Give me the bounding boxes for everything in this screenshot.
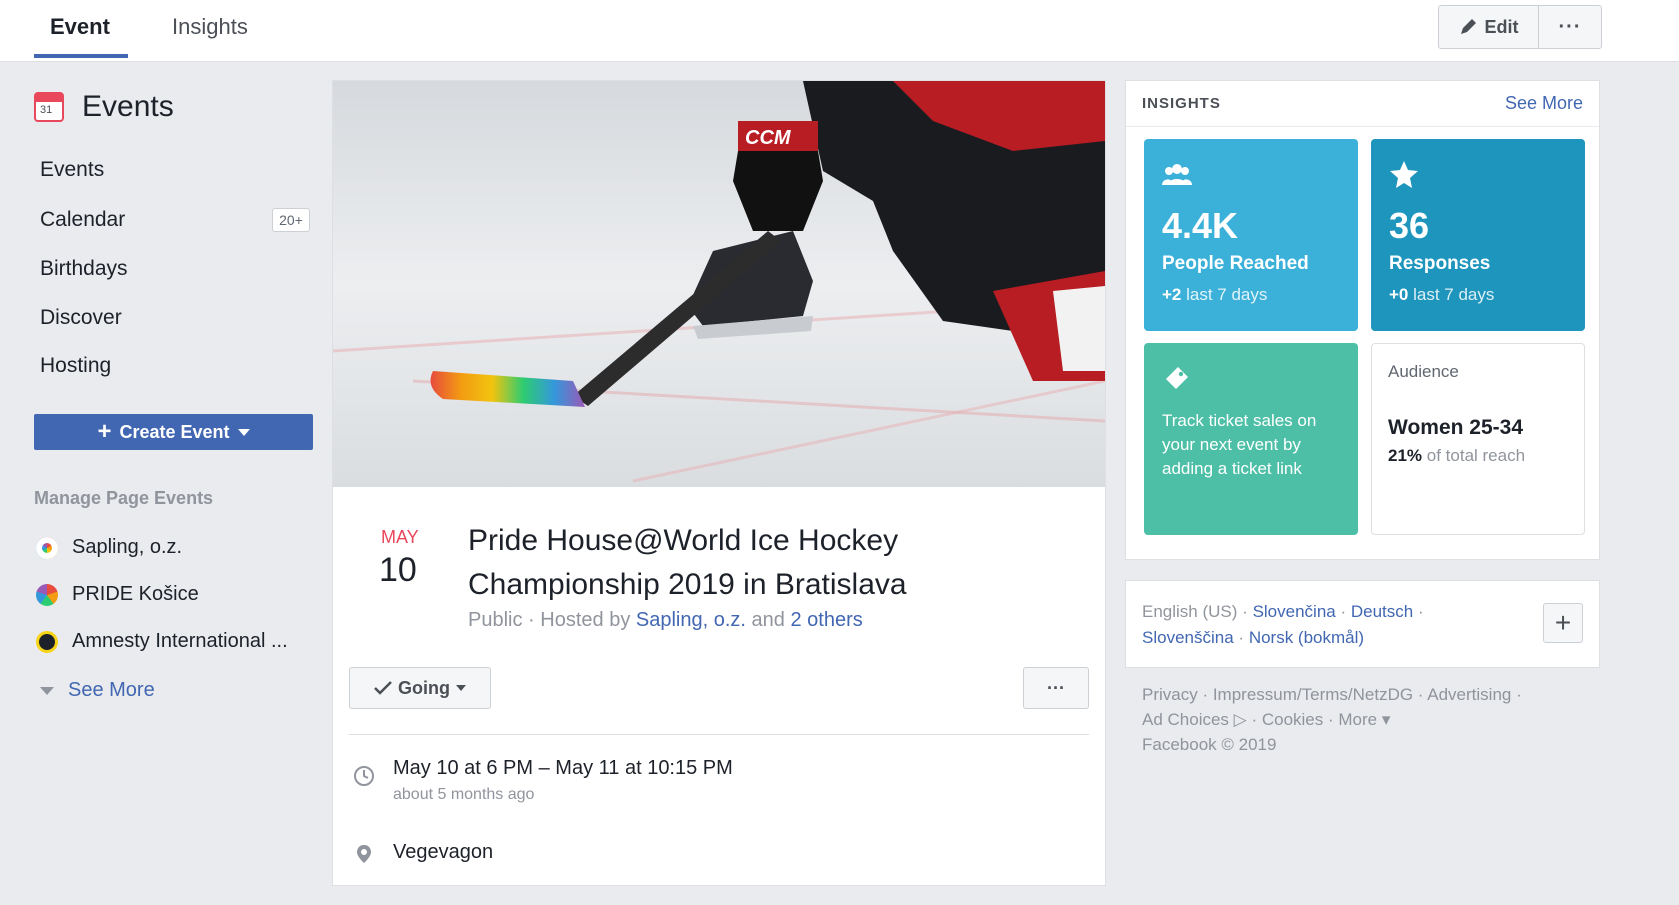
page-footer: Privacy · Impressum/Terms/NetzDG · Adver…: [1142, 682, 1522, 757]
event-card: CCM MAY 10 Pride House@World Ice Hockey …: [332, 80, 1106, 886]
event-privacy: Public: [468, 609, 523, 631]
event-more-button[interactable]: ···: [1023, 667, 1089, 709]
language-slovencina[interactable]: Slovenčina: [1253, 602, 1336, 621]
other-hosts-link[interactable]: 2 others: [790, 609, 862, 631]
language-list: English (US) · Slovenčina · Deutsch · Sl…: [1142, 602, 1424, 647]
more-options-button[interactable]: ···: [1539, 6, 1601, 48]
footer-links-1[interactable]: Privacy · Impressum/Terms/NetzDG · Adver…: [1142, 682, 1522, 707]
current-language: English (US): [1142, 602, 1238, 621]
sidebar-item-hosting[interactable]: Hosting: [40, 354, 111, 378]
edit-button-label: Edit: [1484, 16, 1519, 37]
edit-button[interactable]: Edit: [1439, 6, 1539, 48]
responses-delta: +0 last 7 days: [1389, 285, 1495, 304]
page-item-amnesty[interactable]: Amnesty International ...: [36, 630, 288, 653]
event-date-day: 10: [379, 551, 417, 589]
pencil-icon: [1460, 19, 1476, 34]
people-reached-tile[interactable]: 4.4K People Reached +2 last 7 days: [1144, 139, 1358, 331]
sidebar-title: Events: [82, 90, 174, 123]
event-time: May 10 at 6 PM – May 11 at 10:15 PM: [393, 757, 733, 779]
create-event-label: Create Event: [119, 421, 230, 442]
going-label: Going: [398, 677, 450, 698]
ticket-sales-text: Track ticket sales on your next event by…: [1162, 411, 1317, 478]
people-reached-delta: +2 last 7 days: [1162, 285, 1268, 304]
hockey-cover-image: CCM: [333, 81, 1105, 487]
footer-links-2[interactable]: Ad Choices ▷ · Cookies · More ▾: [1142, 707, 1522, 732]
footer-copyright: Facebook © 2019: [1142, 735, 1277, 754]
people-reached-value: 4.4K: [1162, 205, 1239, 246]
language-deutsch[interactable]: Deutsch: [1351, 602, 1413, 621]
event-date-month: MAY: [381, 527, 419, 547]
sidebar-see-more-link[interactable]: See More: [40, 679, 155, 702]
map-pin-icon: [357, 845, 371, 863]
event-location-row: Vegevagon: [353, 841, 493, 865]
checkmark-icon: [374, 681, 392, 695]
sidebar-item-birthdays[interactable]: Birthdays: [40, 257, 128, 281]
calendar-count-badge: 20+: [272, 208, 310, 232]
top-tab-bar: Event Insights Edit ···: [0, 0, 1679, 62]
sidebar-item-discover[interactable]: Discover: [40, 306, 122, 330]
event-time-row: May 10 at 6 PM – May 11 at 10:15 PM abou…: [353, 757, 733, 804]
language-card: English (US) · Slovenčina · Deutsch · Sl…: [1125, 580, 1600, 668]
page-item-label: Sapling, o.z.: [72, 536, 183, 558]
add-language-button[interactable]: +: [1543, 603, 1583, 643]
active-tab-indicator: [34, 54, 128, 58]
ticket-sales-tile[interactable]: Track ticket sales on your next event by…: [1144, 343, 1358, 535]
plus-icon: +: [1554, 607, 1572, 638]
sapling-logo-icon: [36, 536, 58, 559]
tab-insights[interactable]: Insights: [172, 14, 248, 40]
page-item-pride-kosice[interactable]: PRIDE Košice: [36, 583, 199, 606]
edit-button-group: Edit ···: [1438, 5, 1602, 49]
create-event-button[interactable]: + Create Event: [34, 414, 313, 450]
and-label: and: [751, 609, 785, 631]
sidebar-item-events[interactable]: Events: [40, 158, 104, 182]
manage-page-events-heading: Manage Page Events: [34, 488, 214, 508]
amnesty-logo-icon: [36, 630, 58, 653]
responses-value: 36: [1389, 205, 1430, 246]
svg-text:CCM: CCM: [745, 127, 792, 149]
clock-icon: [354, 766, 374, 786]
event-cover-photo[interactable]: CCM: [333, 81, 1105, 487]
responses-label: Responses: [1389, 253, 1491, 274]
plus-icon: +: [97, 418, 112, 445]
see-more-label: See More: [68, 679, 155, 701]
pride-kosice-logo-icon: [36, 583, 58, 606]
ticket-icon: [1166, 367, 1188, 389]
caret-down-icon: [40, 686, 54, 695]
people-reached-label: People Reached: [1162, 253, 1309, 274]
caret-down-icon: [237, 428, 250, 436]
event-time-ago: about 5 months ago: [393, 786, 535, 803]
hosted-by-label: Hosted by: [540, 609, 631, 631]
event-title: Pride House@World Ice Hockey Championshi…: [468, 524, 907, 601]
event-meta: Public · Hosted by Sapling, o.z. and 2 o…: [468, 609, 863, 631]
sidebar-item-calendar[interactable]: Calendar: [40, 208, 125, 232]
audience-value: Women 25-34: [1388, 416, 1523, 439]
event-location[interactable]: Vegevagon: [393, 841, 493, 864]
language-slovenscina[interactable]: Slovenščina: [1142, 628, 1234, 647]
page-item-sapling[interactable]: Sapling, o.z.: [36, 536, 182, 559]
audience-reach: 21% of total reach: [1388, 446, 1526, 465]
page-item-label: PRIDE Košice: [72, 583, 199, 605]
caret-down-icon: [456, 685, 466, 691]
host-link[interactable]: Sapling, o.z.: [636, 609, 746, 631]
people-icon: [1162, 164, 1192, 185]
language-norsk[interactable]: Norsk (bokmål): [1249, 628, 1364, 647]
divider: [349, 734, 1089, 735]
calendar-icon: 31: [34, 92, 64, 122]
page-item-label: Amnesty International ...: [72, 630, 288, 652]
tab-event[interactable]: Event: [50, 14, 110, 40]
insights-card: INSIGHTS See More 4.4K People Reached +2…: [1125, 80, 1600, 560]
star-icon: [1390, 161, 1418, 188]
responses-tile[interactable]: 36 Responses +0 last 7 days: [1371, 139, 1585, 331]
insights-see-more-link[interactable]: See More: [1505, 93, 1583, 114]
audience-label: Audience: [1388, 362, 1459, 381]
sidebar-header: 31 Events: [34, 90, 174, 124]
insights-heading: INSIGHTS: [1142, 95, 1221, 112]
going-button[interactable]: Going: [349, 667, 491, 709]
audience-tile[interactable]: Audience Women 25-34 21% of total reach: [1371, 343, 1585, 535]
